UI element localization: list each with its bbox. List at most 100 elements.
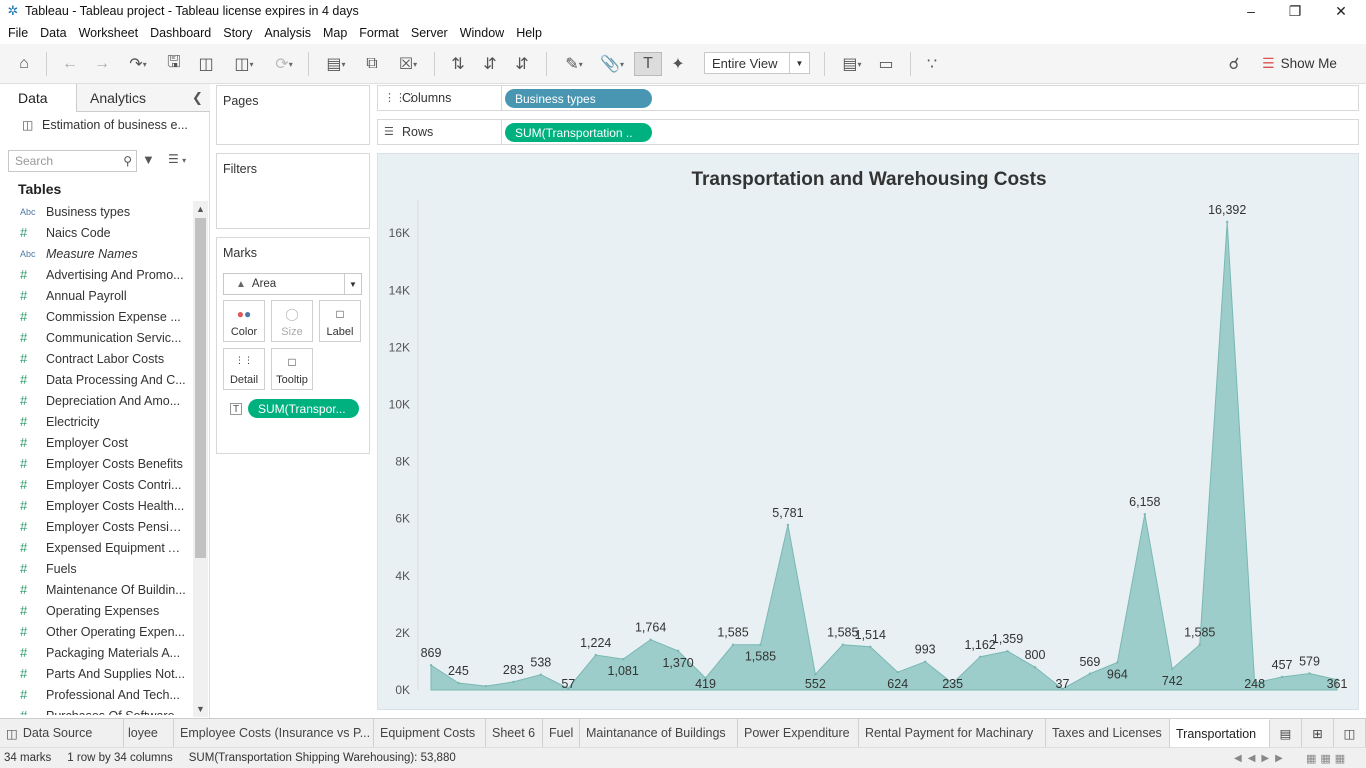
tab-equipment-costs[interactable]: Equipment Costs	[374, 719, 486, 747]
view-mode-icon[interactable]: ▦▦▦	[1306, 752, 1349, 765]
scroll-up-icon[interactable]: ▲	[193, 201, 208, 217]
menu-window[interactable]: Window	[454, 26, 510, 40]
minimize-button[interactable]: –	[1228, 0, 1274, 22]
field-item[interactable]: # Purchases Of Software...	[0, 705, 192, 715]
field-item[interactable]: # Other Operating Expen...	[0, 621, 192, 642]
field-item[interactable]: Abc Business types	[0, 201, 192, 222]
duplicate-sheet-icon[interactable]: ⧉	[360, 52, 384, 76]
columns-shelf[interactable]: ⋮⋮⋮ Columns Business types	[377, 85, 1359, 111]
tab-power-expenditure[interactable]: Power Expenditure	[738, 719, 859, 747]
tab-taxes-licenses[interactable]: Taxes and Licenses	[1046, 719, 1170, 747]
tab-transportation[interactable]: Transportation	[1170, 719, 1270, 747]
collapse-pane-icon[interactable]: ❮	[192, 90, 203, 106]
label-button[interactable]: □ Label	[319, 300, 361, 342]
field-item[interactable]: # Expensed Equipment A...	[0, 537, 192, 558]
field-item[interactable]: # Data Processing And C...	[0, 369, 192, 390]
menu-help[interactable]: Help	[510, 26, 548, 40]
tab-fuel[interactable]: Fuel	[543, 719, 580, 747]
close-button[interactable]: ✕	[1318, 0, 1364, 22]
swap-rows-columns-icon[interactable]: ⇅	[446, 52, 470, 76]
field-item[interactable]: # Employer Costs Benefits	[0, 453, 192, 474]
field-item[interactable]: # Contract Labor Costs	[0, 348, 192, 369]
field-item[interactable]: # Packaging Materials A...	[0, 642, 192, 663]
field-item[interactable]: # Employer Costs Health...	[0, 495, 192, 516]
field-item[interactable]: # Fuels	[0, 558, 192, 579]
fit-view-select[interactable]: Entire View ▼	[704, 52, 810, 74]
menu-map[interactable]: Map	[317, 26, 353, 40]
show-mark-labels-icon[interactable]: T	[634, 52, 662, 76]
tab-data[interactable]: Data	[0, 84, 77, 112]
field-item[interactable]: # Annual Payroll	[0, 285, 192, 306]
clear-sheet-icon[interactable]: ☒ ▾	[390, 52, 426, 76]
menu-data[interactable]: Data	[34, 26, 72, 40]
field-item[interactable]: # Maintenance Of Buildin...	[0, 579, 192, 600]
field-item[interactable]: # Communication Servic...	[0, 327, 192, 348]
group-members-icon[interactable]: 📎 ▾	[594, 52, 630, 76]
filters-card[interactable]: Filters	[216, 153, 370, 229]
tab-employee-costs[interactable]: Employee Costs (Insurance vs P...	[174, 719, 374, 747]
field-item[interactable]: # Depreciation And Amo...	[0, 390, 192, 411]
tooltip-button[interactable]: □ Tooltip	[271, 348, 313, 390]
field-item[interactable]: # Naics Code	[0, 222, 192, 243]
menu-analysis[interactable]: Analysis	[258, 26, 317, 40]
fix-axes-icon[interactable]: ✦	[666, 52, 690, 76]
home-icon[interactable]: ⌂	[12, 52, 36, 76]
search-input[interactable]: Search ⚲	[8, 150, 137, 172]
refresh-icon[interactable]: ⟳ ▾	[266, 52, 302, 76]
presentation-mode-icon[interactable]: ▭	[874, 52, 898, 76]
field-item[interactable]: # Electricity	[0, 411, 192, 432]
new-worksheet-tab-icon[interactable]: ▤	[1270, 719, 1302, 747]
new-dashboard-tab-icon[interactable]: ⊞	[1302, 719, 1334, 747]
format-painter-icon[interactable]: ☌	[1222, 52, 1246, 76]
field-item[interactable]: # Commission Expense ...	[0, 306, 192, 327]
new-story-tab-icon[interactable]: ◫	[1334, 719, 1366, 747]
tab-rental-payment[interactable]: Rental Payment for Machinary	[859, 719, 1046, 747]
view-options-icon[interactable]: ☰ ▾	[168, 152, 186, 166]
visualization-area[interactable]: Transportation and Warehousing Costs 0K 2K…	[377, 153, 1359, 710]
share-icon[interactable]: ∵	[920, 52, 944, 76]
field-item[interactable]: # Parts And Supplies Not...	[0, 663, 192, 684]
scroll-down-icon[interactable]: ▼	[193, 701, 208, 717]
datasource-item[interactable]: ◫ Estimation of business e...	[0, 114, 210, 136]
restore-button[interactable]: ❐	[1272, 0, 1318, 22]
color-button[interactable]: ●● Color	[223, 300, 265, 342]
filter-icon[interactable]: ▼	[142, 152, 155, 167]
tab-maintanance-buildings[interactable]: Maintanance of Buildings	[580, 719, 738, 747]
save-icon[interactable]: 🖫	[162, 52, 186, 76]
area-chart[interactable]: Transportation and Warehousing Costs 0K 2K…	[378, 154, 1360, 711]
field-item[interactable]: # Employer Costs Pensio...	[0, 516, 192, 537]
rows-shelf[interactable]: ☰ Rows SUM(Transportation ..	[377, 119, 1359, 145]
sort-descending-icon[interactable]: ⇵	[510, 52, 534, 76]
field-item[interactable]: # Advertising And Promo...	[0, 264, 192, 285]
menu-story[interactable]: Story	[217, 26, 258, 40]
mark-type-select[interactable]: ▲ Area ▼	[223, 273, 362, 295]
menu-file[interactable]: File	[2, 26, 34, 40]
field-list-scrollbar[interactable]: ▲ ▼	[193, 201, 208, 717]
tab-sheet-6[interactable]: Sheet 6	[486, 719, 543, 747]
scroll-thumb[interactable]	[195, 218, 206, 558]
detail-button[interactable]: ⋮⋮ Detail	[223, 348, 265, 390]
rows-pill[interactable]: SUM(Transportation ..	[505, 123, 652, 142]
highlight-icon[interactable]: ✎ ▾	[556, 52, 592, 76]
redo-icon[interactable]: →	[90, 52, 114, 76]
menu-server[interactable]: Server	[405, 26, 454, 40]
menu-worksheet[interactable]: Worksheet	[73, 26, 145, 40]
show-me-button[interactable]: ☰ Show Me	[1262, 52, 1337, 74]
menu-dashboard[interactable]: Dashboard	[144, 26, 217, 40]
undo-icon[interactable]: ←	[58, 52, 82, 76]
field-item[interactable]: # Professional And Tech...	[0, 684, 192, 705]
tab-analytics[interactable]: Analytics	[90, 84, 146, 112]
columns-pill[interactable]: Business types	[505, 89, 652, 108]
marks-label-pill[interactable]: SUM(Transpor...	[248, 399, 359, 418]
field-item[interactable]: Abc Measure Names	[0, 243, 192, 264]
pages-card[interactable]: Pages	[216, 85, 370, 145]
field-item[interactable]: # Operating Expenses	[0, 600, 192, 621]
replay-icon[interactable]: ↷ ▾	[120, 52, 156, 76]
size-button[interactable]: ◯ Size	[271, 300, 313, 342]
new-datasource-icon[interactable]: ◫	[194, 52, 218, 76]
tab-navigation-icon[interactable]: ◀◀▶▶	[1234, 753, 1289, 764]
field-item[interactable]: # Employer Cost	[0, 432, 192, 453]
new-worksheet-icon[interactable]: ▤ ▾	[318, 52, 354, 76]
field-item[interactable]: # Employer Costs Contri...	[0, 474, 192, 495]
sort-ascending-icon[interactable]: ⇵	[478, 52, 502, 76]
